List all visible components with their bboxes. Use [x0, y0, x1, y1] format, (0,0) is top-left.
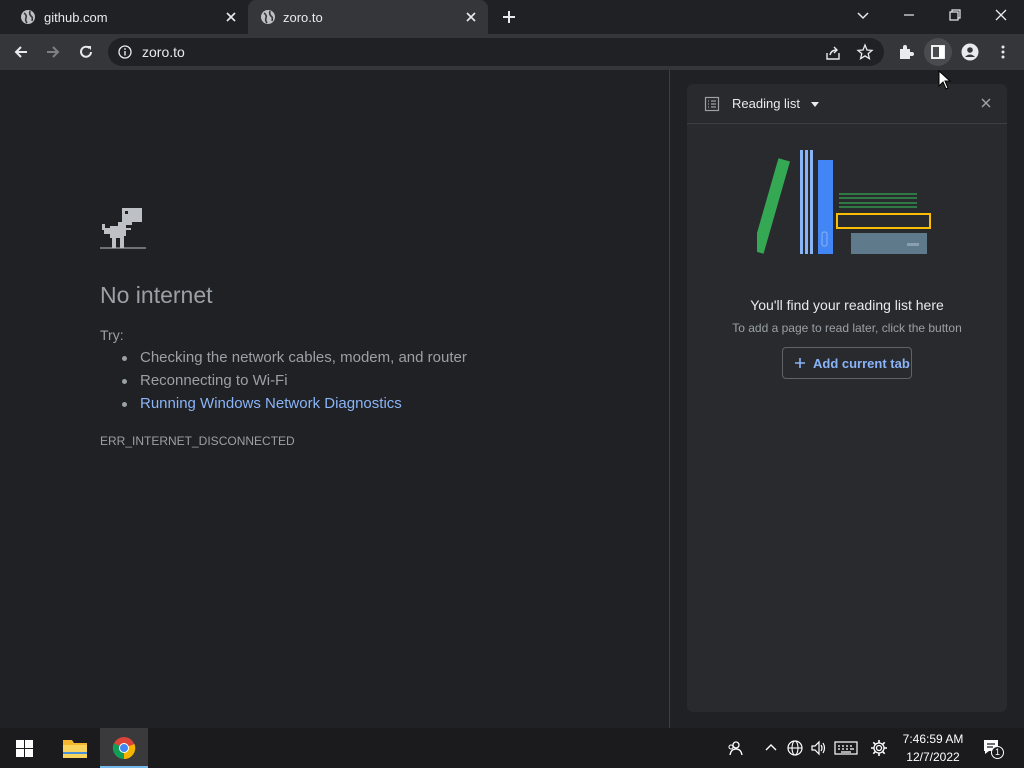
plus-icon	[795, 358, 805, 368]
caret-down-icon[interactable]	[809, 98, 821, 110]
suggestion-item: Checking the network cables, modem, and …	[122, 349, 467, 372]
reading-list-dropdown[interactable]: Reading list	[732, 96, 800, 111]
network-globe-icon[interactable]	[786, 739, 804, 757]
tab-title: github.com	[44, 10, 108, 25]
touch-keyboard-icon[interactable]	[834, 739, 858, 757]
tab-strip: github.com zoro.to	[0, 0, 1024, 34]
volume-icon[interactable]	[810, 739, 828, 757]
side-panel: Reading list You'll find your reading li…	[670, 70, 1024, 728]
chrome-taskbar-button[interactable]	[100, 728, 148, 768]
tab-title: zoro.to	[283, 10, 323, 25]
show-hidden-icons-chevron-up-icon[interactable]	[762, 739, 780, 757]
restore-button[interactable]	[946, 6, 964, 24]
new-tab-button[interactable]	[500, 8, 518, 26]
settings-gear-icon[interactable]	[870, 739, 888, 757]
reading-list-header: Reading list	[687, 84, 1007, 124]
mouse-cursor-icon	[938, 70, 952, 90]
tab-zoro[interactable]: zoro.to	[248, 0, 488, 34]
error-page: No internet Try: Checking the network ca…	[0, 70, 669, 728]
close-panel-icon[interactable]	[979, 96, 993, 110]
reading-list-illustration	[757, 150, 931, 254]
close-icon[interactable]	[224, 10, 238, 24]
bookmark-star-icon[interactable]	[856, 43, 874, 61]
suggestion-item: Reconnecting to Wi-Fi	[122, 372, 467, 395]
windows-taskbar: 7:46:59 AM 12/7/2022 1	[0, 728, 1024, 768]
folder-icon	[63, 740, 87, 758]
file-explorer-taskbar-button[interactable]	[52, 728, 98, 768]
more-menu-icon[interactable]	[994, 43, 1012, 61]
globe-icon	[261, 10, 275, 24]
reload-button[interactable]	[77, 43, 95, 61]
side-panel-icon	[931, 45, 945, 59]
browser-toolbar: zoro.to	[0, 34, 1024, 70]
try-label: Try:	[100, 327, 124, 343]
reading-list-icon	[704, 96, 720, 112]
start-button[interactable]	[0, 728, 48, 768]
close-window-button[interactable]	[992, 6, 1010, 24]
extensions-puzzle-icon[interactable]	[897, 43, 915, 61]
url-text: zoro.to	[142, 44, 185, 60]
windows-logo-icon	[16, 740, 33, 757]
side-panel-button[interactable]	[924, 38, 952, 66]
suggestion-list: Checking the network cables, modem, and …	[122, 349, 467, 418]
taskbar-clock-time[interactable]: 7:46:59 AM	[900, 732, 966, 746]
people-icon[interactable]	[726, 739, 744, 757]
tab-github[interactable]: github.com	[0, 0, 248, 34]
taskbar-clock-date[interactable]: 12/7/2022	[900, 750, 966, 764]
globe-icon	[21, 10, 35, 24]
reading-list-card: Reading list You'll find your reading li…	[687, 84, 1007, 712]
tab-search-chevron-icon[interactable]	[854, 6, 872, 24]
add-current-tab-label: Add current tab	[813, 356, 910, 371]
offline-dino-icon	[100, 208, 146, 249]
minimize-button[interactable]	[900, 6, 918, 24]
profile-avatar-icon[interactable]	[961, 43, 979, 61]
empty-state-title: You'll find your reading list here	[750, 297, 944, 313]
share-icon[interactable]	[824, 44, 842, 62]
network-diagnostics-link[interactable]: Running Windows Network Diagnostics	[122, 395, 467, 418]
empty-state-subtitle: To add a page to read later, click the b…	[732, 321, 962, 335]
forward-button[interactable]	[44, 43, 62, 61]
close-icon[interactable]	[464, 10, 478, 24]
address-bar[interactable]: zoro.to	[108, 38, 884, 66]
chrome-logo-icon	[112, 737, 136, 760]
info-icon[interactable]	[118, 45, 132, 59]
error-code: ERR_INTERNET_DISCONNECTED	[100, 434, 295, 448]
back-button[interactable]	[12, 43, 30, 61]
add-current-tab-button[interactable]: Add current tab	[782, 347, 912, 379]
action-center-button[interactable]: 1	[982, 738, 1006, 760]
error-title: No internet	[100, 282, 213, 308]
notification-count-badge: 1	[991, 746, 1004, 759]
